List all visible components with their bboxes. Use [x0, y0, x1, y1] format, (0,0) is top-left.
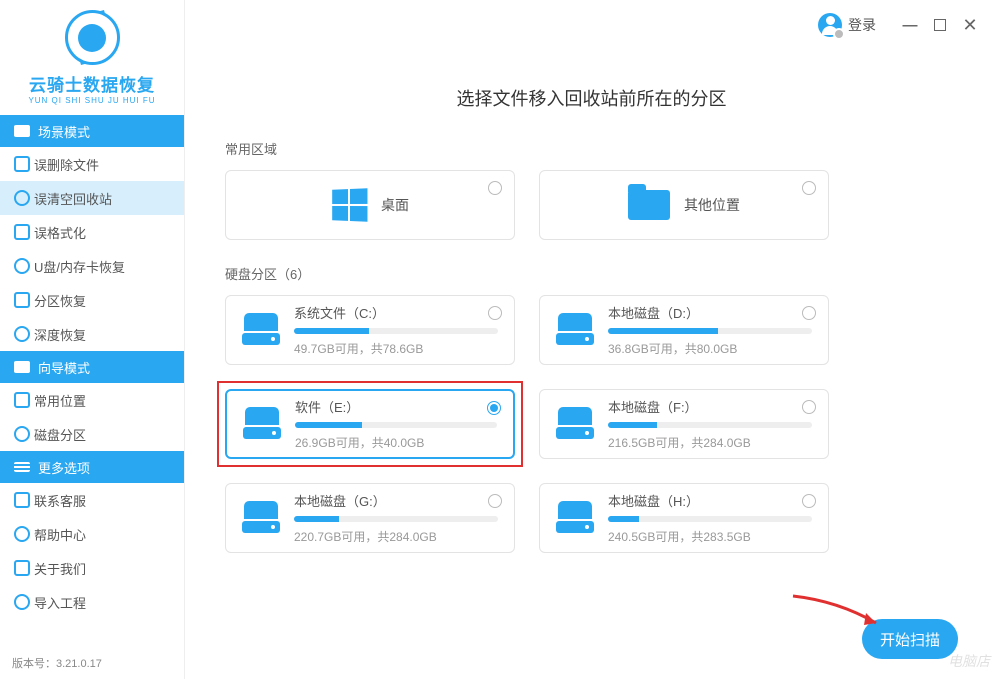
- nav-icon: [14, 392, 30, 408]
- partition-card-5[interactable]: 本地磁盘（H:） 240.5GB可用，共283.5GB: [539, 483, 829, 553]
- windows-icon: [332, 188, 367, 222]
- logo-area: 云骑士数据恢复 YUN QI SHI SHU JU HUI FU: [0, 0, 184, 115]
- partition-stat: 36.8GB可用，共80.0GB: [608, 340, 812, 357]
- drive-icon: [556, 407, 594, 441]
- menu-icon: [14, 462, 30, 472]
- card-label: 桌面: [381, 195, 409, 215]
- partition-name: 本地磁盘（F:）: [608, 397, 812, 416]
- nav-icon: [14, 190, 30, 206]
- drive-icon: [243, 407, 281, 441]
- radio-icon: [802, 181, 816, 195]
- radio-icon: [802, 400, 816, 414]
- partition-card-2[interactable]: 软件（E:） 26.9GB可用，共40.0GB: [225, 389, 515, 459]
- mail-icon: [14, 125, 30, 137]
- partition-stat: 240.5GB可用，共283.5GB: [608, 528, 812, 545]
- nav-icon: [14, 594, 30, 610]
- partition-name: 本地磁盘（G:）: [294, 491, 498, 510]
- common-card-1[interactable]: 其他位置: [539, 170, 829, 240]
- sidebar-item-3[interactable]: U盘/内存卡恢复: [0, 249, 184, 283]
- section-wizard-mode: 向导模式: [0, 351, 184, 383]
- partition-name: 软件（E:）: [295, 397, 497, 416]
- nav-icon: [14, 156, 30, 172]
- sidebar-item-0[interactable]: 常用位置: [0, 383, 184, 417]
- start-scan-button[interactable]: 开始扫描: [862, 619, 958, 659]
- drive-icon: [556, 313, 594, 347]
- radio-icon: [487, 401, 501, 415]
- nav-icon: [14, 258, 30, 274]
- section-scene-mode: 场景模式: [0, 115, 184, 147]
- nav-icon: [14, 224, 30, 240]
- nav-label: 误清空回收站: [34, 189, 112, 208]
- nav-label: 关于我们: [34, 559, 86, 578]
- version-label: 版本号：3.21.0.17: [12, 655, 102, 671]
- nav-label: 联系客服: [34, 491, 86, 510]
- nav-label: 误格式化: [34, 223, 86, 242]
- sidebar-item-1[interactable]: 磁盘分区: [0, 417, 184, 451]
- partition-stat: 216.5GB可用，共284.0GB: [608, 434, 812, 451]
- partition-name: 本地磁盘（H:）: [608, 491, 812, 510]
- nav-label: 磁盘分区: [34, 425, 86, 444]
- logo-icon: [65, 10, 120, 65]
- main-content: 选择文件移入回收站前所在的分区 常用区域 桌面 其他位置 硬盘分区（6） 系统文件…: [185, 0, 998, 679]
- sidebar-item-3[interactable]: 导入工程: [0, 585, 184, 619]
- sidebar-item-1[interactable]: 帮助中心: [0, 517, 184, 551]
- sidebar-item-5[interactable]: 深度恢复: [0, 317, 184, 351]
- drive-icon: [242, 501, 280, 535]
- nav-label: 常用位置: [34, 391, 86, 410]
- partition-card-0[interactable]: 系统文件（C:） 49.7GB可用，共78.6GB: [225, 295, 515, 365]
- page-title: 选择文件移入回收站前所在的分区: [225, 85, 958, 111]
- partition-card-4[interactable]: 本地磁盘（G:） 220.7GB可用，共284.0GB: [225, 483, 515, 553]
- usage-bar: [608, 422, 812, 428]
- sidebar-item-0[interactable]: 联系客服: [0, 483, 184, 517]
- folder-icon: [628, 190, 670, 220]
- nav-label: 深度恢复: [34, 325, 86, 344]
- nav-label: 分区恢复: [34, 291, 86, 310]
- partition-name: 系统文件（C:）: [294, 303, 498, 322]
- sidebar-item-4[interactable]: 分区恢复: [0, 283, 184, 317]
- drive-icon: [556, 501, 594, 535]
- nav-icon: [14, 492, 30, 508]
- partition-name: 本地磁盘（D:）: [608, 303, 812, 322]
- tag-icon: [14, 361, 30, 373]
- nav-label: 帮助中心: [34, 525, 86, 544]
- partition-stat: 220.7GB可用，共284.0GB: [294, 528, 498, 545]
- sidebar-item-2[interactable]: 误格式化: [0, 215, 184, 249]
- usage-bar: [294, 516, 498, 522]
- nav-label: 误删除文件: [34, 155, 99, 174]
- radio-icon: [488, 306, 502, 320]
- brand-name: 云骑士数据恢复: [29, 71, 155, 96]
- brand-sub: YUN QI SHI SHU JU HUI FU: [28, 96, 155, 105]
- radio-icon: [802, 494, 816, 508]
- common-area-label: 常用区域: [225, 139, 958, 158]
- sidebar: 云骑士数据恢复 YUN QI SHI SHU JU HUI FU 场景模式 误删…: [0, 0, 185, 679]
- nav-icon: [14, 526, 30, 542]
- partition-label: 硬盘分区（6）: [225, 264, 958, 283]
- usage-bar: [608, 516, 812, 522]
- nav-label: 导入工程: [34, 593, 86, 612]
- partition-card-1[interactable]: 本地磁盘（D:） 36.8GB可用，共80.0GB: [539, 295, 829, 365]
- nav-label: U盘/内存卡恢复: [34, 257, 125, 276]
- radio-icon: [488, 181, 502, 195]
- radio-icon: [802, 306, 816, 320]
- sidebar-item-0[interactable]: 误删除文件: [0, 147, 184, 181]
- common-card-0[interactable]: 桌面: [225, 170, 515, 240]
- nav-icon: [14, 426, 30, 442]
- radio-icon: [488, 494, 502, 508]
- card-label: 其他位置: [684, 195, 740, 215]
- nav-icon: [14, 326, 30, 342]
- usage-bar: [295, 422, 497, 428]
- partition-stat: 49.7GB可用，共78.6GB: [294, 340, 498, 357]
- usage-bar: [294, 328, 498, 334]
- nav-icon: [14, 292, 30, 308]
- drive-icon: [242, 313, 280, 347]
- usage-bar: [608, 328, 812, 334]
- partition-card-3[interactable]: 本地磁盘（F:） 216.5GB可用，共284.0GB: [539, 389, 829, 459]
- partition-stat: 26.9GB可用，共40.0GB: [295, 434, 497, 451]
- sidebar-item-2[interactable]: 关于我们: [0, 551, 184, 585]
- sidebar-item-1[interactable]: 误清空回收站: [0, 181, 184, 215]
- nav-icon: [14, 560, 30, 576]
- section-more-options: 更多选项: [0, 451, 184, 483]
